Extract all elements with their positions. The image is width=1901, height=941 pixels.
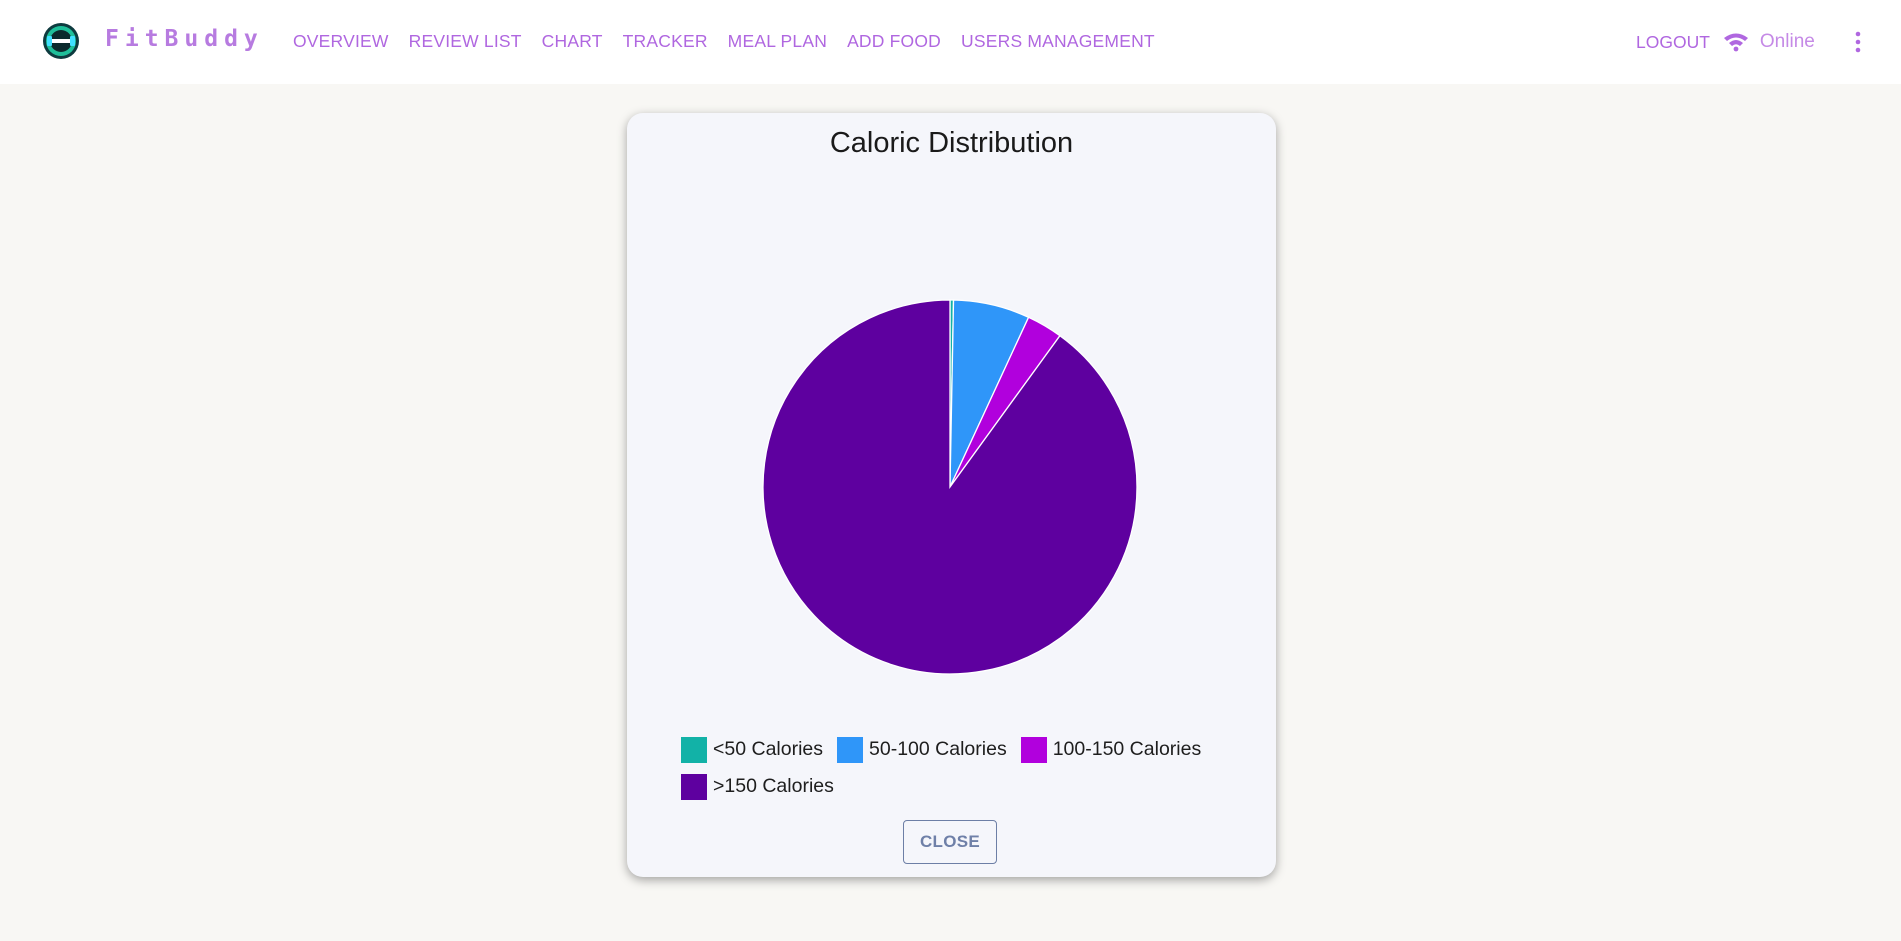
- nav-overview[interactable]: OVERVIEW: [293, 31, 389, 52]
- legend-swatch: [837, 736, 864, 763]
- legend-swatch: [681, 736, 707, 763]
- nav-add-food[interactable]: ADD FOOD: [847, 31, 941, 52]
- dumbbell-logo-icon[interactable]: [42, 22, 80, 60]
- pie-slice-3[interactable]: [762, 299, 1138, 675]
- brand-name[interactable]: FitBuddy: [105, 26, 264, 52]
- legend-swatch: [1020, 736, 1047, 763]
- nav-review-list[interactable]: REVIEW LIST: [409, 31, 522, 52]
- legend-label: 50-100 Calories: [869, 738, 1007, 760]
- chart-legend: <50 Calories 50-100 Calories 100-150 Cal…: [681, 731, 1241, 805]
- legend-item-50-100[interactable]: 50-100 Calories: [837, 736, 1007, 763]
- caloric-distribution-dialog: Caloric Distribution <50 Calories 50-100…: [627, 113, 1276, 877]
- logout-button[interactable]: LOGOUT: [1636, 32, 1710, 53]
- wifi-icon: [1723, 33, 1748, 52]
- app-header: FitBuddy OVERVIEW REVIEW LIST CHART TRAC…: [0, 0, 1901, 84]
- close-button[interactable]: CLOSE: [903, 820, 997, 864]
- legend-label: >150 Calories: [713, 775, 834, 797]
- nav-tracker[interactable]: TRACKER: [623, 31, 708, 52]
- main-nav: OVERVIEW REVIEW LIST CHART TRACKER MEAL …: [293, 31, 1175, 52]
- more-options-icon[interactable]: [1850, 30, 1866, 54]
- connection-status: Online: [1759, 31, 1815, 52]
- legend-item-over-150[interactable]: >150 Calories: [681, 773, 834, 800]
- nav-users-management[interactable]: USERS MANAGEMENT: [961, 31, 1155, 52]
- legend-label: 100-150 Calories: [1052, 738, 1202, 760]
- nav-meal-plan[interactable]: MEAL PLAN: [728, 31, 827, 52]
- nav-chart[interactable]: CHART: [542, 31, 603, 52]
- header-right: LOGOUT Online: [1636, 31, 1815, 53]
- legend-item-under-50[interactable]: <50 Calories: [681, 736, 824, 763]
- legend-label: <50 Calories: [713, 738, 824, 760]
- legend-item-100-150[interactable]: 100-150 Calories: [1020, 736, 1202, 763]
- pie-chart: [762, 299, 1138, 675]
- legend-swatch: [681, 773, 707, 800]
